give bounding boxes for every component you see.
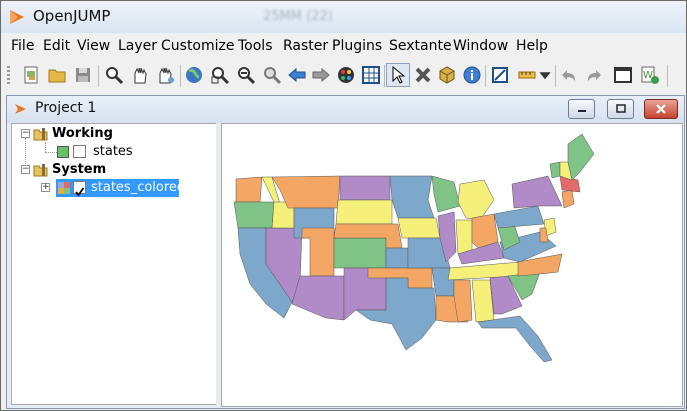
close-icon: [656, 104, 666, 114]
menu-file[interactable]: File: [11, 38, 34, 54]
state-vermont: [549, 161, 561, 179]
category-working-label[interactable]: Working: [52, 126, 113, 141]
openjump-window: OpenJUMP 25MM (22) File Edit View Layer …: [0, 0, 687, 411]
project-title: Project 1: [35, 100, 97, 116]
category-system-label[interactable]: System: [52, 162, 106, 177]
app-title: OpenJUMP: [33, 7, 111, 25]
redo-icon[interactable]: [582, 63, 606, 87]
collapse-toggle-working[interactable]: −: [21, 129, 30, 138]
menu-layer[interactable]: Layer: [118, 38, 157, 54]
state-south-dakota: [335, 199, 393, 225]
state-indiana: [455, 219, 473, 255]
state-minnesota: [389, 175, 435, 219]
menu-raster[interactable]: Raster: [283, 38, 328, 54]
undo-icon[interactable]: [557, 63, 581, 87]
maximize-icon: [615, 104, 626, 113]
edit-toolbox-icon[interactable]: [488, 63, 512, 87]
toolbar-separator: [485, 65, 486, 87]
title-bar: OpenJUMP 25MM (22): [1, 1, 686, 33]
layer-style-icon[interactable]: [334, 63, 358, 87]
map-view[interactable]: [221, 123, 683, 407]
toolbar-separator: [667, 65, 668, 87]
workbench-icon[interactable]: W: [638, 63, 662, 87]
project-icon: [15, 104, 26, 114]
expand-toggle-states-colored[interactable]: +: [41, 183, 50, 192]
state-utah: [301, 227, 335, 277]
state-kansas: [385, 247, 409, 269]
blurred-title-text: 25MM (22): [263, 9, 333, 24]
openjump-logo-icon: [10, 10, 24, 24]
menu-tools[interactable]: Tools: [238, 38, 273, 54]
checkmark-icon: [75, 187, 85, 197]
pan-layer-icon[interactable]: [154, 63, 178, 87]
layer-tree-panel: − Working states − System + states_color…: [11, 123, 217, 405]
measure-ruler-icon[interactable]: [515, 63, 539, 87]
toolbar-separator: [98, 65, 99, 87]
zoom-out-icon[interactable]: [234, 63, 258, 87]
folder-icon: [33, 128, 48, 141]
select-arrow-icon[interactable]: [386, 63, 410, 87]
tree-line: [45, 152, 57, 154]
main-toolbar: W: [1, 59, 686, 93]
layer-states-checkbox[interactable]: [73, 145, 86, 158]
state-pennsylvania: [493, 205, 545, 229]
minimize-icon: [577, 110, 586, 112]
next-view-icon[interactable]: [309, 63, 333, 87]
state-new-york: [511, 175, 563, 209]
open-folder-icon[interactable]: [45, 63, 69, 87]
folder-icon: [33, 164, 48, 177]
maximize-button[interactable]: [607, 99, 634, 119]
menu-sextante[interactable]: Sextante: [389, 38, 452, 54]
us-states-map: [233, 133, 595, 363]
grid-icon[interactable]: [359, 63, 383, 87]
toolbar-separator: [384, 65, 385, 87]
state-florida: [477, 315, 553, 363]
collapse-toggle-system[interactable]: −: [21, 165, 30, 174]
pan-icon[interactable]: [128, 63, 152, 87]
menu-view[interactable]: View: [77, 38, 110, 54]
chevron-down-icon[interactable]: [538, 63, 552, 87]
minimize-button[interactable]: [568, 99, 595, 119]
menu-help[interactable]: Help: [516, 38, 548, 54]
zoom-in-icon[interactable]: [208, 63, 232, 87]
zoom-to-selection-icon[interactable]: [260, 63, 284, 87]
state-iowa: [397, 217, 441, 239]
zoom-full-icon[interactable]: [182, 63, 206, 87]
tree-line: [45, 142, 47, 152]
save-icon[interactable]: [71, 63, 95, 87]
toolbar-grip[interactable]: [7, 66, 10, 86]
zoom-icon[interactable]: [102, 63, 126, 87]
layer-states-colored-label[interactable]: states_colored: [91, 180, 185, 195]
state-connecticut-ri: [561, 189, 575, 209]
previous-view-icon[interactable]: [285, 63, 309, 87]
delete-edit-icon[interactable]: [411, 63, 435, 87]
state-north-dakota: [339, 175, 391, 201]
theme-palette-icon: [58, 182, 70, 194]
output-window-icon[interactable]: [611, 63, 635, 87]
menu-customize[interactable]: Customize: [161, 38, 235, 54]
menu-plugins[interactable]: Plugins: [332, 38, 382, 54]
toolbar-separator: [555, 65, 556, 87]
state-oregon: [233, 201, 275, 229]
menu-window[interactable]: Window: [453, 38, 508, 54]
new-project-icon[interactable]: [19, 63, 43, 87]
state-colorado: [333, 237, 387, 269]
close-button[interactable]: [644, 99, 678, 119]
state-arizona: [291, 275, 345, 321]
box-3d-icon[interactable]: [435, 63, 459, 87]
toolbar-separator: [180, 65, 181, 87]
menu-bar: File Edit View Layer Customize Tools Ras…: [1, 34, 686, 58]
project-frame-titlebar[interactable]: Project 1: [7, 96, 684, 123]
state-ohio: [471, 213, 499, 249]
layer-color-swatch: [57, 146, 69, 158]
layer-states-label[interactable]: states: [93, 144, 133, 159]
info-icon[interactable]: [460, 63, 484, 87]
state-washington: [235, 176, 263, 203]
menu-edit[interactable]: Edit: [43, 38, 70, 54]
state-wisconsin: [431, 175, 461, 213]
layer-states-colored-checkbox[interactable]: [73, 181, 86, 197]
state-maine: [567, 133, 595, 181]
state-michigan: [457, 179, 495, 221]
